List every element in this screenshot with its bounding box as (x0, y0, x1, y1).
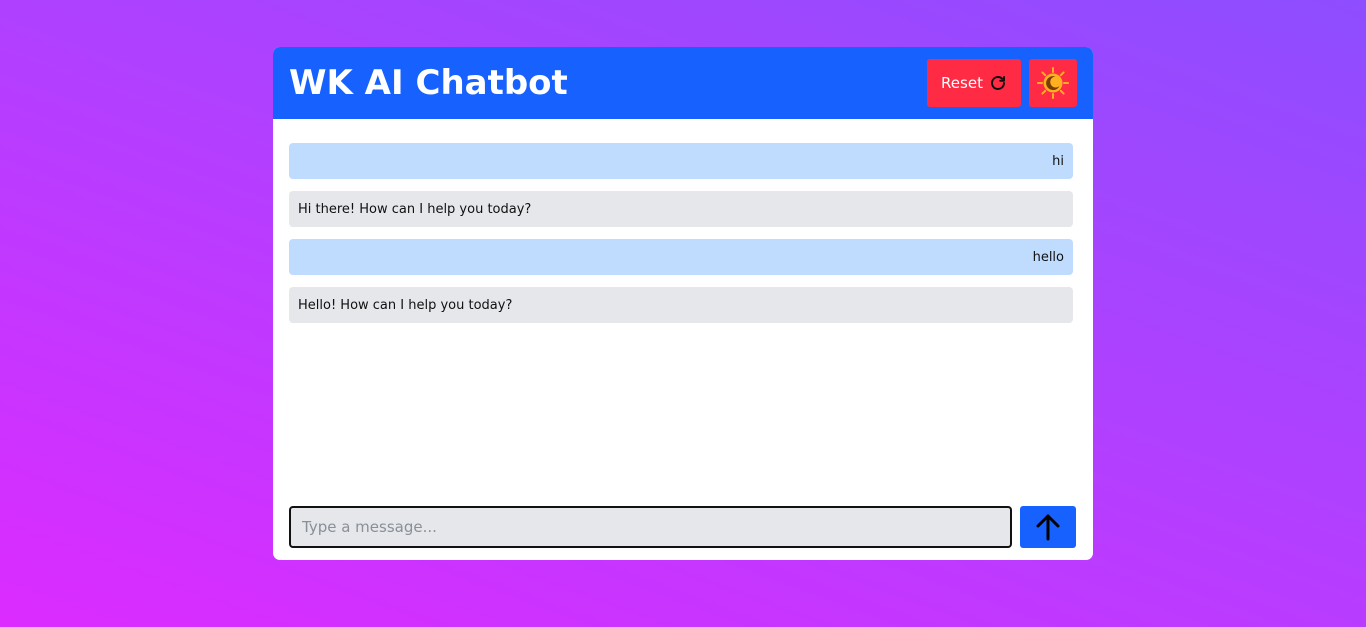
chat-header: WK AI Chatbot Reset (273, 47, 1093, 119)
reset-button[interactable]: Reset (927, 59, 1021, 107)
theme-toggle-button[interactable] (1029, 59, 1077, 107)
message-list: hi Hi there! How can I help you today? h… (289, 143, 1073, 335)
bot-message: Hi there! How can I help you today? (289, 191, 1073, 227)
user-message: hello (289, 239, 1073, 275)
bot-message: Hello! How can I help you today? (289, 287, 1073, 323)
user-message: hi (289, 143, 1073, 179)
chat-title: WK AI Chatbot (289, 63, 568, 103)
refresh-icon (989, 74, 1007, 92)
send-button[interactable] (1020, 506, 1076, 548)
message-text: Hello! How can I help you today? (298, 297, 513, 313)
message-text: Hi there! How can I help you today? (298, 201, 532, 217)
sun-moon-icon (1036, 66, 1070, 100)
reset-button-label: Reset (941, 74, 983, 92)
composer (289, 506, 1077, 548)
arrow-up-icon (1035, 513, 1061, 541)
chat-window: WK AI Chatbot Reset hi Hi there! How can… (273, 47, 1093, 560)
message-input[interactable] (289, 506, 1012, 548)
message-text: hi (1052, 153, 1064, 169)
message-text: hello (1032, 249, 1064, 265)
